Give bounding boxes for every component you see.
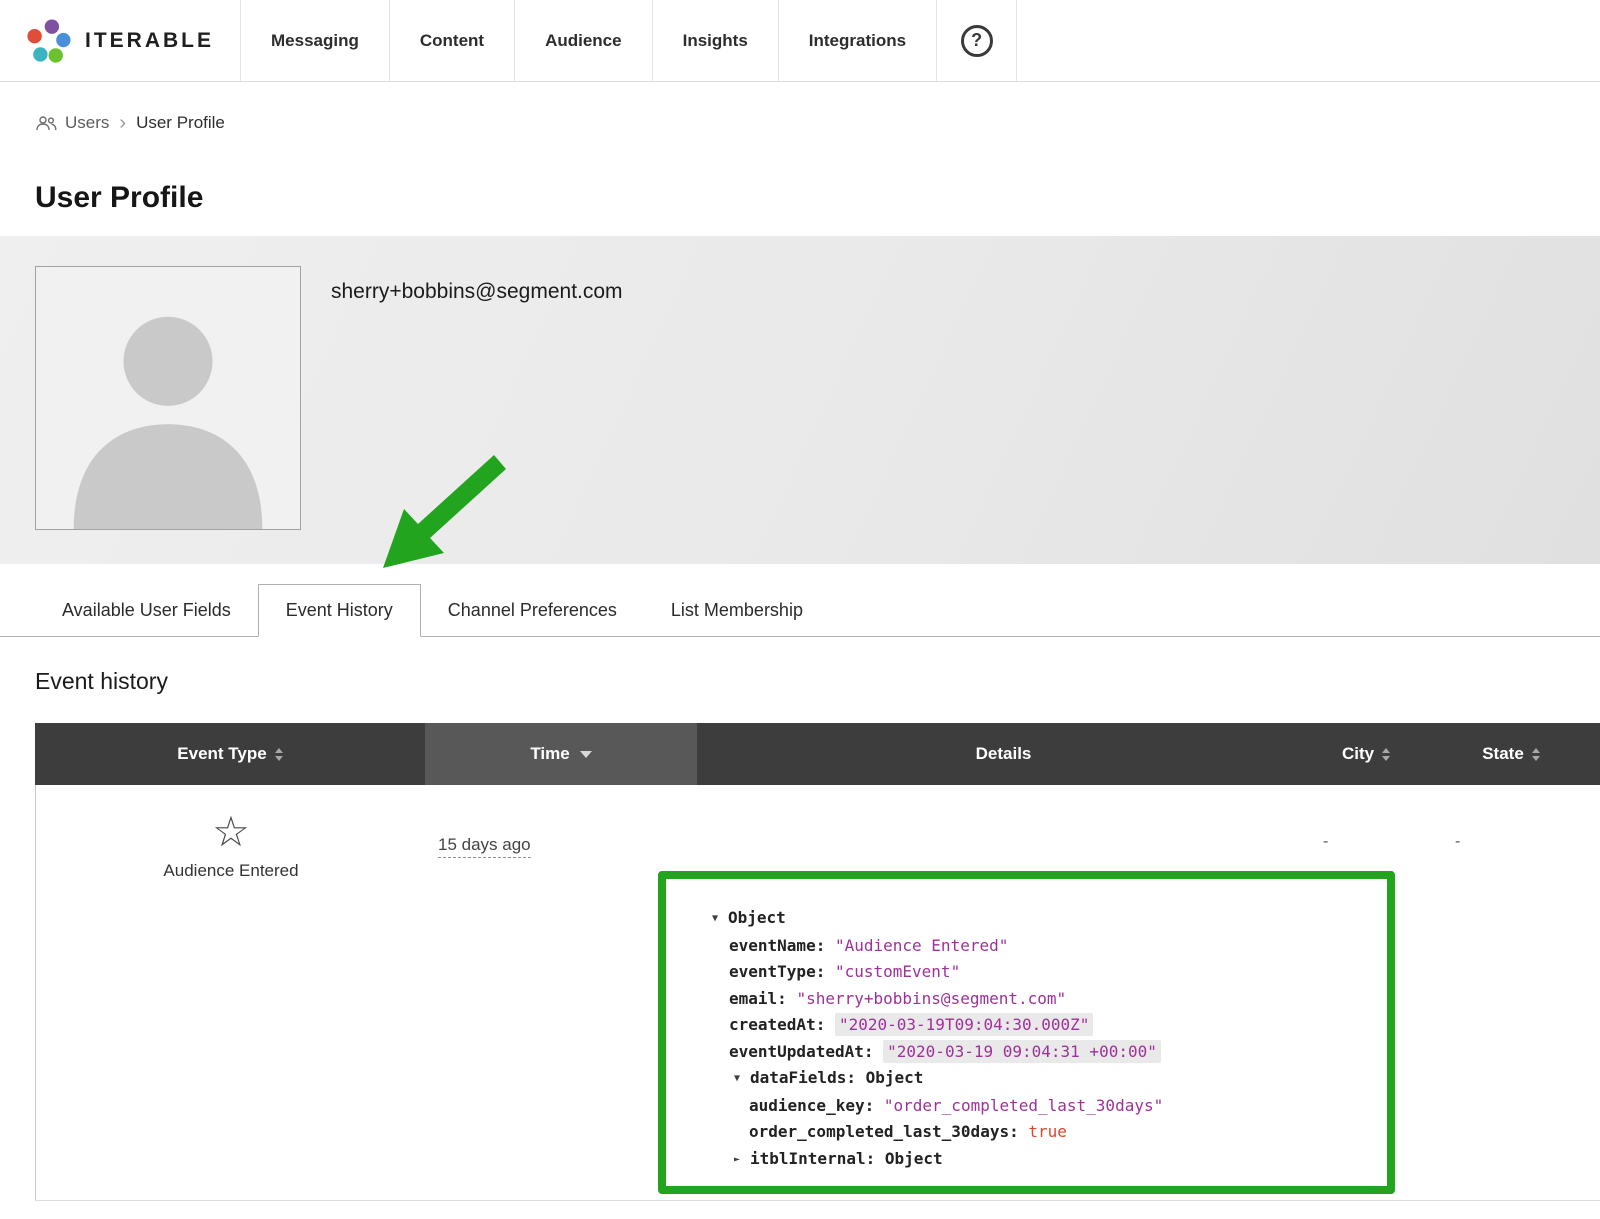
json-value: Object (866, 1068, 924, 1087)
json-value: "Audience Entered" (835, 936, 1008, 955)
tab-event-history[interactable]: Event History (258, 584, 421, 637)
json-line: eventName: "Audience Entered" (706, 933, 1375, 960)
brand-name: ITERABLE (85, 29, 214, 53)
json-line: createdAt: "2020-03-19T09:04:30.000Z" (706, 1012, 1375, 1039)
json-key: dataFields: (750, 1068, 856, 1087)
brand-logo[interactable]: ITERABLE (0, 0, 240, 81)
column-header-label: Event Type (177, 744, 266, 764)
star-icon[interactable]: ☆ (212, 811, 250, 853)
nav-item-integrations[interactable]: Integrations (778, 0, 936, 81)
users-icon (35, 116, 57, 131)
column-header-label: Time (530, 744, 569, 764)
column-header-label: Details (976, 744, 1032, 764)
tab-available-user-fields[interactable]: Available User Fields (35, 584, 258, 636)
column-header-state[interactable]: State (1422, 723, 1600, 785)
json-key: eventUpdatedAt: (729, 1042, 874, 1061)
nav-item-audience[interactable]: Audience (514, 0, 652, 81)
nav-item-messaging[interactable]: Messaging (240, 0, 389, 81)
event-type-cell: ☆ Audience Entered (36, 785, 426, 1200)
json-value: "2020-03-19T09:04:30.000Z" (835, 1013, 1093, 1036)
json-value: true (1028, 1122, 1067, 1141)
json-tree: ▼ObjecteventName: "Audience Entered"even… (706, 905, 1375, 1173)
collapse-toggle-icon[interactable]: ▼ (734, 1066, 750, 1093)
nav-help-button[interactable]: ? (936, 0, 1017, 81)
breadcrumb-current: User Profile (136, 113, 225, 133)
help-icon: ? (961, 25, 993, 57)
sort-icon (1382, 748, 1390, 761)
annotation-box: ▼ObjecteventName: "Audience Entered"even… (658, 871, 1395, 1194)
json-line: email: "sherry+bobbins@segment.com" (706, 986, 1375, 1013)
table-row: ☆ Audience Entered 15 days ago - - ▼Obje… (35, 785, 1600, 1201)
profile-hero: sherry+bobbins@segment.com (0, 236, 1600, 564)
column-header-city[interactable]: City (1310, 723, 1422, 785)
column-header-label: City (1342, 744, 1374, 764)
json-key: order_completed_last_30days: (749, 1122, 1019, 1141)
relative-time[interactable]: 15 days ago (438, 835, 531, 858)
json-line: audience_key: "order_completed_last_30da… (706, 1093, 1375, 1120)
breadcrumb: Users › User Profile (35, 112, 1600, 134)
json-key: email: (729, 989, 787, 1008)
profile-email: sherry+bobbins@segment.com (331, 266, 623, 304)
nav-item-content[interactable]: Content (389, 0, 514, 81)
column-header-time[interactable]: Time (425, 723, 697, 785)
state-cell: - (1423, 785, 1600, 1200)
sort-icon (275, 748, 283, 761)
profile-tabs: Available User Fields Event History Chan… (0, 584, 1600, 637)
tab-list-membership[interactable]: List Membership (644, 584, 830, 636)
json-line: ►itblInternal: Object (706, 1146, 1375, 1174)
event-type-label: Audience Entered (163, 861, 298, 881)
avatar (35, 266, 301, 530)
column-header-details[interactable]: Details (697, 723, 1310, 785)
nav-spacer (1017, 0, 1600, 81)
expand-toggle-icon[interactable]: ► (734, 1147, 750, 1174)
json-value: Object (728, 908, 786, 927)
json-key: audience_key: (749, 1096, 874, 1115)
json-value: Object (885, 1149, 943, 1168)
json-key: createdAt: (729, 1015, 825, 1034)
breadcrumb-users-label: Users (65, 113, 109, 133)
json-value: "2020-03-19 09:04:31 +00:00" (883, 1040, 1161, 1063)
nav-item-insights[interactable]: Insights (652, 0, 778, 81)
json-value: "sherry+bobbins@segment.com" (796, 989, 1066, 1008)
collapse-toggle-icon[interactable]: ▼ (712, 906, 728, 933)
json-key: itblInternal: (750, 1149, 875, 1168)
json-line: ▼dataFields: Object (706, 1065, 1375, 1093)
chevron-right-icon: › (119, 113, 126, 133)
json-line: eventUpdatedAt: "2020-03-19 09:04:31 +00… (706, 1039, 1375, 1066)
avatar-silhouette-icon (36, 267, 300, 529)
table-header-row: Event Type Time Details City State (35, 723, 1600, 785)
column-header-event-type[interactable]: Event Type (35, 723, 425, 785)
json-value: "customEvent" (835, 962, 960, 981)
json-line: order_completed_last_30days: true (706, 1119, 1375, 1146)
json-key: eventType: (729, 962, 825, 981)
json-line: eventType: "customEvent" (706, 959, 1375, 986)
sort-desc-icon (580, 751, 592, 758)
page-title: User Profile (35, 180, 1600, 216)
iterable-logo-icon (26, 18, 72, 64)
json-key: eventName: (729, 936, 825, 955)
tab-channel-preferences[interactable]: Channel Preferences (421, 584, 644, 636)
json-value: "order_completed_last_30days" (884, 1096, 1163, 1115)
column-header-label: State (1482, 744, 1524, 764)
breadcrumb-users-link[interactable]: Users (35, 113, 109, 133)
sort-icon (1532, 748, 1540, 761)
event-history-table: Event Type Time Details City State ☆ Aud… (35, 723, 1600, 1201)
json-line: ▼Object (706, 905, 1375, 933)
section-title: Event history (35, 667, 1600, 695)
top-nav: ITERABLE Messaging Content Audience Insi… (0, 0, 1600, 82)
